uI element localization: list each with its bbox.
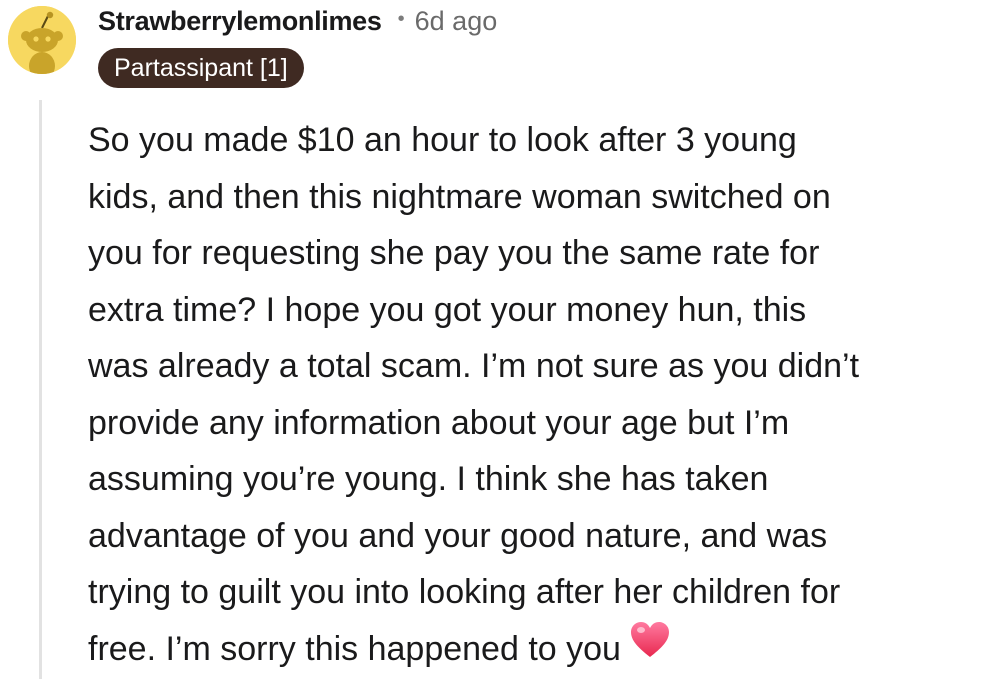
- username[interactable]: Strawberrylemonlimes: [98, 6, 382, 37]
- user-flair: Partassipant [1]: [98, 48, 304, 88]
- thread-collapse-line[interactable]: [39, 100, 42, 679]
- snoo-avatar-icon: [8, 6, 76, 74]
- comment-text-line-last: free. I’m sorry this happened to you: [88, 621, 988, 679]
- pink-heart-icon: [629, 620, 671, 678]
- comment-text-line: advantage of you and your good nature, a…: [88, 516, 828, 555]
- comment-text-line: So you made $10 an hour to look after 3 …: [88, 121, 797, 159]
- comment-text-line: trying to guilt you into looking after h…: [88, 573, 841, 611]
- comment-text-line: you for requesting she pay you the same …: [88, 234, 820, 272]
- comment-text-line: extra time? I hope you got your money hu…: [88, 290, 807, 329]
- comment-text-line: was already a total scam. I’m not sure a…: [88, 347, 860, 385]
- separator-dot: •: [397, 7, 405, 30]
- comment-text-line: provide any information about your age b…: [88, 403, 790, 442]
- comment-text-line: assuming you’re young. I think she has t…: [88, 460, 769, 498]
- comment-body: So you made $10 an hour to look after 3 …: [88, 112, 988, 679]
- comment-header: Strawberrylemonlimes • 6d ago: [98, 2, 497, 40]
- timestamp: 6d ago: [414, 5, 498, 36]
- comment: Strawberrylemonlimes • 6d ago Partassipa…: [0, 0, 1008, 679]
- comment-text-line: kids, and then this nightmare woman swit…: [88, 177, 831, 216]
- user-avatar[interactable]: [8, 6, 76, 74]
- comment-text-segment: free. I’m sorry this happened to you: [88, 629, 621, 668]
